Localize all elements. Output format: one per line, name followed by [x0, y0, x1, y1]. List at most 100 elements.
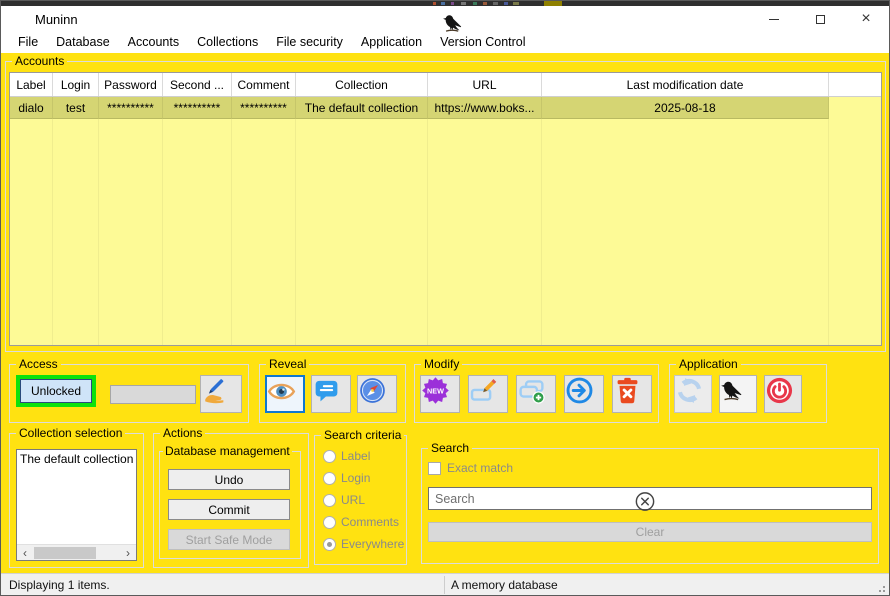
account-cell: **********: [99, 97, 163, 119]
clear-button: Clear: [428, 522, 872, 542]
column-header-blank: [829, 73, 881, 96]
edit-account-button[interactable]: [468, 375, 508, 413]
account-row[interactable]: dialotest******************************T…: [10, 97, 881, 119]
accounts-table: LabelLoginPasswordSecond ...CommentColle…: [9, 72, 882, 346]
radio-label: Label: [341, 449, 370, 463]
duplicate-icon: [517, 376, 555, 412]
scrollbar-thumb[interactable]: [34, 547, 96, 559]
column-header-second[interactable]: Second ...: [163, 73, 232, 96]
menu-application[interactable]: Application: [352, 32, 431, 53]
account-cell: **********: [232, 97, 296, 119]
new-badge-icon: NEW: [421, 376, 459, 412]
collection-selection-group: Collection selection The default collect…: [9, 433, 144, 568]
radio-option-everywhere: Everywhere: [323, 536, 404, 552]
column-header-login[interactable]: Login: [53, 73, 99, 96]
reveal-group: Reveal: [259, 364, 406, 423]
radio-label: URL: [341, 493, 365, 507]
account-cell: 2025-08-18: [542, 97, 829, 119]
radio-option-url: URL: [323, 492, 404, 508]
column-header-last-modification-date[interactable]: Last modification date: [542, 73, 829, 96]
column-header-url[interactable]: URL: [428, 73, 542, 96]
clear-x-icon[interactable]: [423, 490, 867, 513]
radio-icon: [323, 538, 336, 551]
start-safe-mode-button: Start Safe Mode: [168, 529, 290, 550]
account-cell: The default collection: [296, 97, 428, 119]
menu-file[interactable]: File: [9, 32, 47, 53]
search-criteria-label: Search criteria: [321, 428, 404, 442]
speech-bubble-icon: [312, 376, 350, 412]
accounts-table-header: LabelLoginPasswordSecond ...CommentColle…: [10, 73, 881, 97]
eye-icon: [267, 377, 303, 411]
resize-grip-dot: [883, 586, 885, 588]
radio-option-label: Label: [323, 448, 404, 464]
radio-icon: [323, 450, 336, 463]
reveal-comment-button[interactable]: [311, 375, 351, 413]
empty-column-area: [829, 119, 881, 345]
radio-option-login: Login: [323, 470, 404, 486]
accounts-table-empty-area: [10, 119, 881, 345]
master-key-field: [110, 385, 196, 404]
resize-grip-dot: [879, 590, 881, 592]
unlock-highlight: Unlocked: [16, 375, 96, 407]
account-cell-blank: [829, 97, 881, 119]
undo-button[interactable]: Undo: [168, 469, 290, 490]
maximize-icon: [816, 15, 825, 24]
actions-group: Actions Database management UndoCommitSt…: [153, 433, 309, 568]
muninn-window: Muninn × FileDatabaseAccountsCollections…: [0, 0, 890, 596]
collection-list-item[interactable]: The default collection: [17, 450, 136, 468]
scroll-left-arrow-icon[interactable]: ‹: [17, 545, 33, 561]
status-database-info: A memory database: [451, 578, 558, 592]
access-group-label: Access: [16, 357, 61, 371]
maximize-button[interactable]: [797, 6, 843, 32]
compass-icon: [358, 376, 396, 412]
modify-group-label: Modify: [421, 357, 462, 371]
radio-label: Login: [341, 471, 370, 485]
minimize-icon: [769, 19, 779, 20]
new-account-button[interactable]: NEW: [420, 375, 460, 413]
account-cell: https://www.boks...: [428, 97, 542, 119]
actions-group-label: Actions: [160, 426, 205, 440]
open-url-button[interactable]: [357, 375, 397, 413]
empty-column-area: [232, 119, 296, 345]
column-header-label[interactable]: Label: [10, 73, 53, 96]
exact-match-checkbox: [428, 462, 441, 475]
move-account-button[interactable]: [564, 375, 604, 413]
scroll-right-arrow-icon[interactable]: ›: [120, 545, 136, 561]
quit-button[interactable]: [764, 375, 802, 413]
column-header-comment[interactable]: Comment: [232, 73, 296, 96]
close-icon: ×: [861, 11, 870, 27]
arrow-right-circle-icon: [565, 376, 603, 412]
menu-collections[interactable]: Collections: [188, 32, 267, 53]
collection-listbox[interactable]: The default collection ‹ ›: [16, 449, 137, 561]
empty-column-area: [428, 119, 542, 345]
application-group: Application: [669, 364, 827, 423]
accounts-group-label: Accounts: [12, 54, 67, 68]
empty-column-area: [163, 119, 232, 345]
accounts-group: Accounts LabelLoginPasswordSecond ...Com…: [5, 61, 886, 352]
menu-database[interactable]: Database: [47, 32, 119, 53]
menu-accounts[interactable]: Accounts: [119, 32, 188, 53]
reveal-password-button[interactable]: [265, 375, 305, 413]
unlocked-button[interactable]: Unlocked: [20, 379, 92, 403]
empty-column-area: [542, 119, 829, 345]
column-header-password[interactable]: Password: [99, 73, 163, 96]
sign-button[interactable]: [200, 375, 242, 413]
menu-file-security[interactable]: File security: [267, 32, 352, 53]
empty-column-area: [99, 119, 163, 345]
status-bar: Displaying 1 items. A memory database: [1, 573, 889, 596]
minimize-button[interactable]: [751, 6, 797, 32]
database-management-label: Database management: [163, 444, 292, 458]
about-muninn-button[interactable]: [719, 375, 757, 413]
menu-version-control[interactable]: Version Control: [431, 32, 534, 53]
close-button[interactable]: ×: [843, 6, 889, 32]
search-group: Search Exact match Clear: [421, 448, 879, 564]
account-cell: **********: [163, 97, 232, 119]
radio-label: Everywhere: [341, 537, 404, 551]
commit-button[interactable]: Commit: [168, 499, 290, 520]
horizontal-scrollbar[interactable]: ‹ ›: [17, 544, 136, 560]
column-header-collection[interactable]: Collection: [296, 73, 428, 96]
resize-grip[interactable]: [883, 590, 885, 592]
svg-text:NEW: NEW: [427, 386, 444, 395]
delete-account-button[interactable]: [612, 375, 652, 413]
duplicate-account-button[interactable]: [516, 375, 556, 413]
